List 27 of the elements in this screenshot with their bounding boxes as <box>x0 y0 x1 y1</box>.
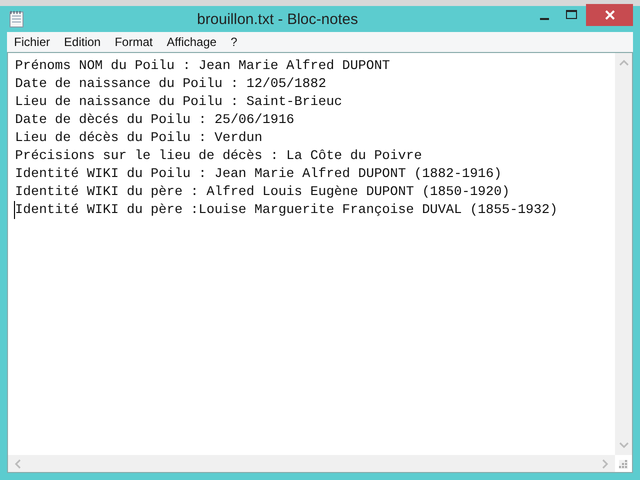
text-line: Lieu de naissance du Poilu : Saint-Brieuc <box>15 93 344 111</box>
menu-item[interactable]: Edition <box>57 35 108 49</box>
scroll-left-icon[interactable] <box>14 458 21 468</box>
text-line: Identité WIKI du père : Alfred Louis Eugène DUPONT (1850-1920) <box>15 183 511 201</box>
horizontal-scrollbar[interactable] <box>8 455 615 472</box>
close-button[interactable] <box>586 4 633 26</box>
minimize-icon <box>540 18 548 20</box>
notepad-icon <box>9 10 25 28</box>
resize-grip-icon[interactable] <box>619 460 628 469</box>
window-title: brouillon.txt - Bloc-notes <box>196 10 359 28</box>
text-line: Identité WIKI du père :Louise Marguerite Françoise DUVAL (1855-1932) <box>14 201 609 219</box>
text-line: Lieu de décès du Poilu : Verdun <box>15 129 264 147</box>
menu-item[interactable]: Fichier <box>7 35 58 49</box>
menu-item[interactable]: Affichage <box>160 35 224 49</box>
close-icon <box>604 9 616 21</box>
text-line: Date de naissance du Poilu : 12/05/1882 <box>15 75 328 93</box>
text-line: Date de dècés du Poilu : 25/06/1916 <box>15 111 296 129</box>
text-line: Prénoms NOM du Poilu : Jean Marie Alfred DUPONT <box>15 57 392 75</box>
maximize-icon <box>566 10 578 20</box>
scroll-right-icon[interactable] <box>602 458 609 468</box>
scroll-down-icon[interactable] <box>618 442 628 449</box>
scroll-up-icon[interactable] <box>618 59 628 66</box>
menu-item[interactable]: Format <box>108 35 160 49</box>
vertical-scrollbar[interactable] <box>615 53 632 455</box>
text-line: Précisions sur le lieu de décès : La Côte du Poivre <box>15 147 423 165</box>
menu-item[interactable]: ? <box>224 35 244 49</box>
text-line: Identité WIKI du Poilu : Jean Marie Alfred DUPONT (1882-1916) <box>15 165 503 183</box>
